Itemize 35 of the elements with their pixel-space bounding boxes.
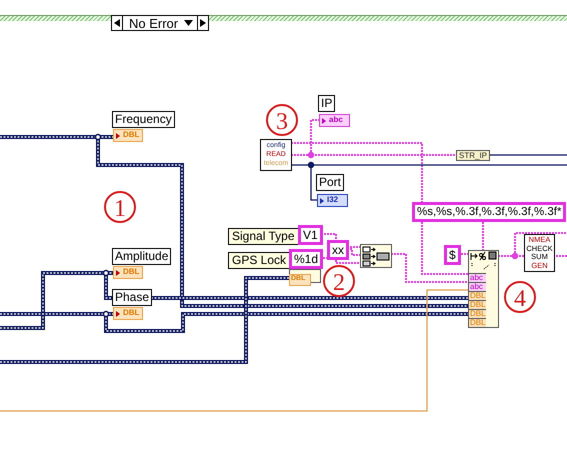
control-terminal[interactable]: DBL [113,129,143,142]
indicator-label: Port [316,174,344,191]
input-terminal: abc [469,282,486,291]
control-label: Amplitude [112,248,172,265]
string-constant: V1 [298,225,323,245]
free-label: GPS Lock [228,252,290,269]
left-arrow-button[interactable] [112,16,123,30]
step-number: 3 [266,104,298,136]
indicator-label: IP [318,95,336,112]
control-label: Frequency [112,111,175,128]
control-terminal[interactable]: DBL [113,266,143,279]
step-number: 1 [104,191,136,223]
string-constant: %1d [289,249,324,269]
input-terminal: DBL [469,309,486,318]
control-terminal[interactable]: DBL [113,307,143,320]
string-constant: xx [327,240,349,260]
input-terminal: DBL [469,318,486,327]
format-string-constant: %s,%s,%.3f,%.3f,%.3f,%.3f* [412,202,566,222]
input-terminal: abc [469,273,486,282]
indicator-terminal[interactable]: I32 [317,194,348,207]
right-arrow-button[interactable] [197,16,208,30]
step-number: 2 [323,265,355,297]
dropdown-arrow-icon [184,20,194,26]
control-label: Phase [112,289,152,306]
input-terminal: DBL [469,291,486,300]
string-constant: $ [444,245,461,265]
indicator-terminal[interactable]: abc [319,114,350,127]
input-terminal: DBL [469,300,486,309]
wire-label: STR_IP [456,150,490,161]
case-selector[interactable]: No Error [111,15,210,31]
function-node[interactable]: abc abc DBL DBL DBL DBL [468,250,499,328]
step-number: 4 [504,281,536,313]
free-label: Signal Type [228,228,298,245]
case-label: No Error [129,16,178,30]
concatenate-node-icon[interactable] [360,244,392,268]
